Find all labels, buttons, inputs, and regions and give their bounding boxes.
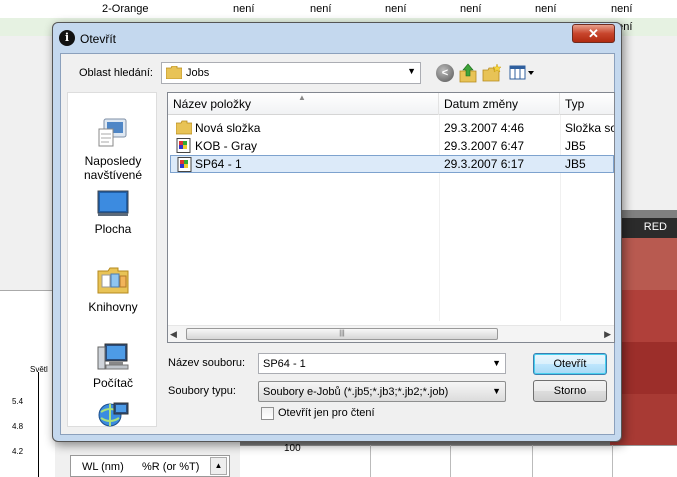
file-date: 29.3.2007 4:46 <box>444 121 525 135</box>
scroll-right-icon[interactable]: ▶ <box>604 329 611 340</box>
table-row[interactable]: 2-Orange není není není není není není <box>0 0 677 18</box>
file-type: JB5 <box>565 139 586 153</box>
row-cell: není <box>611 3 633 15</box>
view-menu-icon[interactable] <box>509 64 535 82</box>
y-tick-label: 4.2 <box>12 447 24 456</box>
title-bar[interactable]: i Otevřít ✕ <box>53 23 621 53</box>
new-folder-icon[interactable] <box>482 63 502 83</box>
y-tick-label: 5.4 <box>12 397 24 406</box>
scroll-up-button[interactable]: ▲ <box>210 457 227 475</box>
row-cell: není <box>385 3 407 15</box>
row-cell: není <box>233 3 255 15</box>
jb5-file-icon <box>177 157 192 172</box>
back-icon[interactable]: < <box>436 64 454 82</box>
libraries-icon <box>97 267 129 294</box>
filetype-value: Soubory e-Jobů (*.jb5;*.jb3;*.jb2;*.job) <box>263 386 449 398</box>
chevron-down-icon: ▼ <box>492 386 501 396</box>
filetype-dropdown[interactable]: Soubory e-Jobů (*.jb5;*.jb3;*.jb2;*.job)… <box>258 381 506 402</box>
list-header: Název položky ▲ Datum změny Typ <box>168 93 614 115</box>
readonly-checkbox[interactable] <box>261 407 274 420</box>
file-name: Nová složka <box>195 121 261 135</box>
file-row[interactable]: KOB - Gray 29.3.2007 6:47 JB5 <box>170 137 614 155</box>
chevron-down-icon[interactable]: ▼ <box>492 358 501 368</box>
jb5-file-icon <box>176 138 191 153</box>
filetype-label: Soubory typu: <box>168 385 236 397</box>
row-cell: není <box>310 3 332 15</box>
file-name: SP64 - 1 <box>195 157 242 171</box>
column-header-type[interactable]: Typ <box>560 93 614 115</box>
dialog-body: Oblast hledání: Jobs ▼ < Naposledy navšt… <box>60 53 615 435</box>
file-type: Složka sou <box>565 121 614 135</box>
filename-input[interactable]: SP64 - 1 ▼ <box>258 353 506 374</box>
info-icon: i <box>59 30 75 46</box>
row-cell: není <box>460 3 482 15</box>
red-column-title: RED <box>643 221 667 233</box>
filename-label: Název souboru: <box>168 357 246 369</box>
place-label: Naposledy navštívené <box>83 154 143 182</box>
open-file-dialog: i Otevřít ✕ Oblast hledání: Jobs ▼ < Nap… <box>52 22 622 442</box>
file-list[interactable]: Název položky ▲ Datum změny Typ Nová slo… <box>167 92 615 343</box>
readonly-label[interactable]: Otevřít jen pro čtení <box>278 407 375 419</box>
y-tick-label: 4.8 <box>12 422 24 431</box>
place-label: Knihovny <box>88 300 138 314</box>
place-libraries[interactable]: Knihovny <box>68 265 158 314</box>
graph-label: 100 <box>284 443 301 454</box>
horizontal-scrollbar[interactable]: ◀ ||| ▶ <box>168 325 614 342</box>
grid-line <box>370 445 371 477</box>
file-name: KOB - Gray <box>195 139 258 153</box>
wl-column-header[interactable]: WL (nm) <box>82 461 124 473</box>
recent-places-icon <box>98 118 127 147</box>
network-icon <box>98 402 129 427</box>
computer-icon <box>97 343 129 370</box>
sort-ascending-icon: ▲ <box>298 93 306 102</box>
r-column-header[interactable]: %R (or %T) <box>142 461 199 473</box>
desktop-icon <box>97 190 129 216</box>
file-type: JB5 <box>565 157 586 171</box>
scroll-left-icon[interactable]: ◀ <box>170 329 177 340</box>
open-button[interactable]: Otevřít <box>533 353 607 375</box>
chevron-down-icon: ▼ <box>407 66 416 76</box>
row-cell: není <box>535 3 557 15</box>
place-recent[interactable]: Naposledy navštívené <box>68 115 158 182</box>
place-label: Plocha <box>94 222 132 236</box>
scrollbar-thumb[interactable]: ||| <box>186 328 498 340</box>
file-date: 29.3.2007 6:17 <box>444 157 525 171</box>
look-in-value: Jobs <box>186 67 210 79</box>
folder-icon <box>166 66 182 79</box>
place-computer[interactable]: Počítač <box>68 341 158 390</box>
y-axis <box>38 372 39 477</box>
up-folder-icon[interactable] <box>459 63 477 83</box>
place-network[interactable] <box>68 399 158 432</box>
filename-value: SP64 - 1 <box>263 358 306 370</box>
places-bar: Naposledy navštívené Plocha Knihovny Poč… <box>67 92 157 427</box>
column-header-date[interactable]: Datum změny <box>439 93 560 115</box>
close-button[interactable]: ✕ <box>572 24 615 43</box>
cancel-button[interactable]: Storno <box>533 380 607 402</box>
left-graph-panel <box>0 290 55 477</box>
grid-line <box>612 445 613 477</box>
place-desktop[interactable]: Plocha <box>68 189 158 236</box>
file-row[interactable]: Nová složka 29.3.2007 4:46 Složka sou <box>170 119 614 137</box>
grid-line <box>532 445 533 477</box>
file-row-selected[interactable]: SP64 - 1 29.3.2007 6:17 JB5 <box>170 155 614 173</box>
dialog-title: Otevřít <box>80 32 117 46</box>
file-date: 29.3.2007 6:47 <box>444 139 525 153</box>
look-in-label: Oblast hledání: <box>79 67 153 79</box>
place-label: Počítač <box>92 376 134 390</box>
grid-line <box>450 445 451 477</box>
look-in-dropdown[interactable]: Jobs ▼ <box>161 62 421 84</box>
folder-icon <box>176 120 192 135</box>
row-name: 2-Orange <box>102 3 149 15</box>
